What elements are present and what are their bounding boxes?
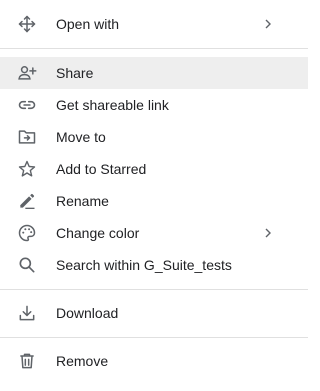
star-icon (17, 159, 37, 179)
menu-item-add-to-starred[interactable]: Add to Starred (0, 153, 308, 185)
menu-item-remove[interactable]: Remove (0, 345, 308, 377)
menu-item-label: Get shareable link (56, 97, 169, 113)
menu-item-move-to[interactable]: Move to (0, 121, 308, 153)
link-icon (17, 95, 37, 115)
menu-item-search-within[interactable]: Search within G_Suite_tests (0, 249, 308, 281)
menu-item-get-shareable-link[interactable]: Get shareable link (0, 89, 308, 121)
pencil-icon (17, 191, 37, 211)
menu-item-share[interactable]: Share (0, 57, 308, 89)
menu-item-open-with[interactable]: Open with (0, 8, 308, 40)
context-menu: Open with Share Get shareable link Move … (0, 0, 308, 391)
download-icon (17, 303, 37, 323)
menu-item-label: Search within G_Suite_tests (56, 257, 232, 273)
menu-item-change-color[interactable]: Change color (0, 217, 308, 249)
search-icon (17, 255, 37, 275)
menu-item-label: Add to Starred (56, 161, 147, 177)
move-to-folder-icon (17, 127, 37, 147)
menu-divider (0, 289, 308, 290)
person-add-icon (17, 63, 37, 83)
chevron-right-icon (262, 227, 274, 239)
menu-item-label: Change color (56, 225, 140, 241)
palette-icon (17, 223, 37, 243)
open-with-icon (17, 14, 37, 34)
menu-item-label: Remove (56, 353, 109, 369)
menu-item-label: Open with (56, 16, 120, 32)
trash-icon (17, 351, 37, 371)
menu-item-label: Rename (56, 193, 109, 209)
menu-item-label: Move to (56, 129, 106, 145)
menu-divider (0, 48, 308, 49)
menu-item-rename[interactable]: Rename (0, 185, 308, 217)
menu-item-label: Share (56, 65, 94, 81)
menu-divider (0, 337, 308, 338)
menu-item-label: Download (56, 305, 119, 321)
menu-item-download[interactable]: Download (0, 297, 308, 329)
chevron-right-icon (262, 18, 274, 30)
